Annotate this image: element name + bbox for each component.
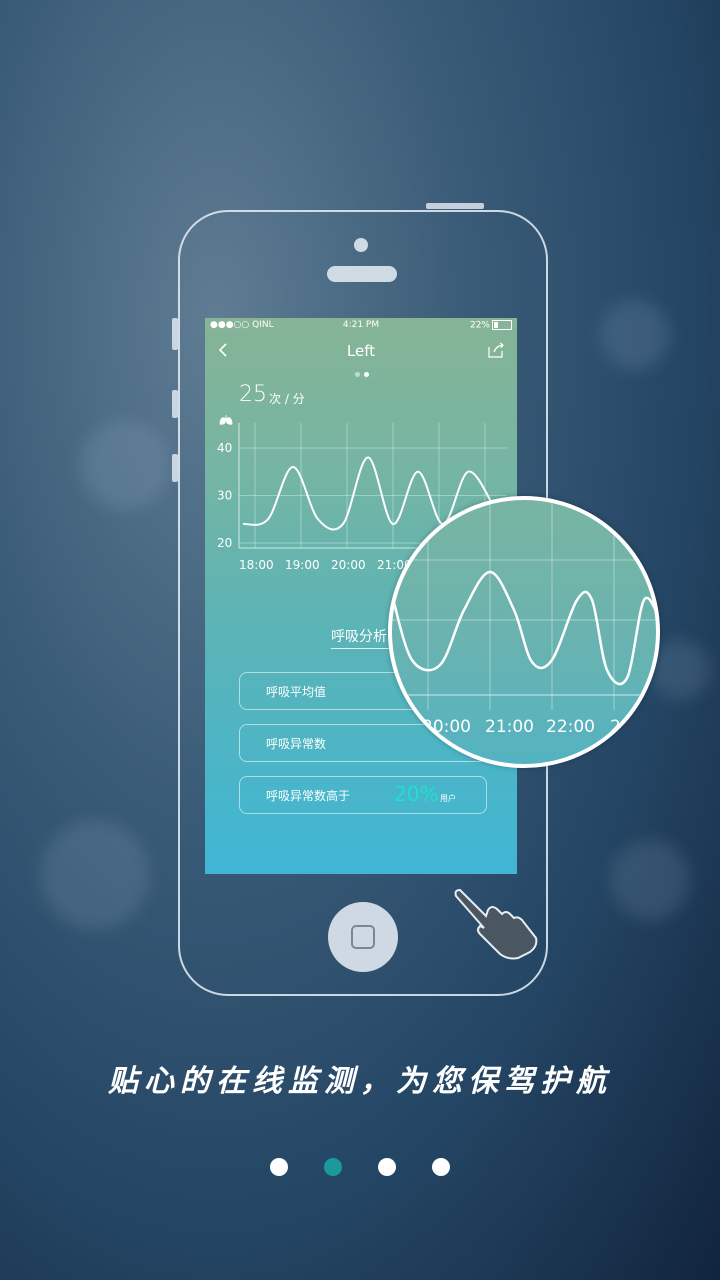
section-title: 呼吸分析	[331, 626, 389, 649]
bokeh-light	[80, 420, 170, 510]
caption-text: 贴心的在线监测，为您保驾护航	[108, 1064, 612, 1099]
stat-label: 呼吸异常数	[266, 737, 327, 751]
stat-row-abnormal-higher: 呼吸异常数高于 20% 用户	[239, 776, 487, 814]
pager-dot-active[interactable]	[324, 1158, 342, 1176]
pager-dot[interactable]	[270, 1158, 288, 1176]
chart-magnifier: 20:00 21:00 22:00 23	[388, 496, 660, 768]
stat-label: 呼吸异常数高于	[266, 789, 351, 803]
bokeh-light	[610, 840, 690, 920]
phone-volume-up	[172, 390, 178, 418]
phone-camera	[354, 238, 368, 252]
page-title: Left	[346, 342, 376, 360]
y-tick-label: 20	[217, 536, 232, 550]
subpage-dot	[355, 372, 360, 377]
mag-series-line	[392, 570, 656, 686]
battery-label: 22%	[469, 320, 490, 331]
y-tick-label: 40	[217, 441, 232, 455]
onboarding-pager	[0, 1158, 720, 1180]
subpage-indicator	[353, 362, 371, 381]
tap-hand-icon	[454, 888, 538, 960]
x-tick-label: 18:00	[239, 558, 274, 572]
home-button	[328, 902, 398, 972]
mag-x-tick-label: 21:00	[485, 717, 534, 737]
phone-top-button	[426, 203, 484, 209]
battery-icon	[492, 320, 512, 330]
share-button[interactable]	[487, 342, 505, 362]
mag-x-tick-label: 23	[610, 717, 632, 737]
y-tick-label: 30	[217, 489, 232, 503]
share-icon	[488, 342, 504, 358]
stat-label: 呼吸平均值	[266, 685, 327, 699]
breath-rate-unit: 次 / 分	[269, 392, 305, 406]
mag-x-tick-label: 22:00	[546, 717, 595, 737]
pager-dot[interactable]	[378, 1158, 396, 1176]
status-bar: ●●●○○ QINL 4:21 PM 22%	[205, 318, 517, 334]
stat-unit: 用户	[440, 794, 456, 803]
x-tick-label: 19:00	[285, 558, 320, 572]
phone-volume-down	[172, 454, 178, 482]
battery-indicator: 22%	[470, 320, 512, 331]
phone-mute-switch	[172, 318, 178, 350]
bokeh-light	[40, 820, 150, 930]
bokeh-light	[600, 300, 670, 370]
breath-rate-value: 25	[239, 382, 267, 407]
pager-dot[interactable]	[432, 1158, 450, 1176]
magnified-chart: 20:00 21:00 22:00 23	[392, 500, 656, 737]
bokeh-light	[650, 640, 710, 700]
phone-speaker	[327, 266, 397, 282]
home-square-icon	[351, 925, 375, 949]
subpage-dot-active	[364, 372, 369, 377]
x-tick-label: 20:00	[331, 558, 366, 572]
stat-value: 20%	[394, 782, 439, 806]
